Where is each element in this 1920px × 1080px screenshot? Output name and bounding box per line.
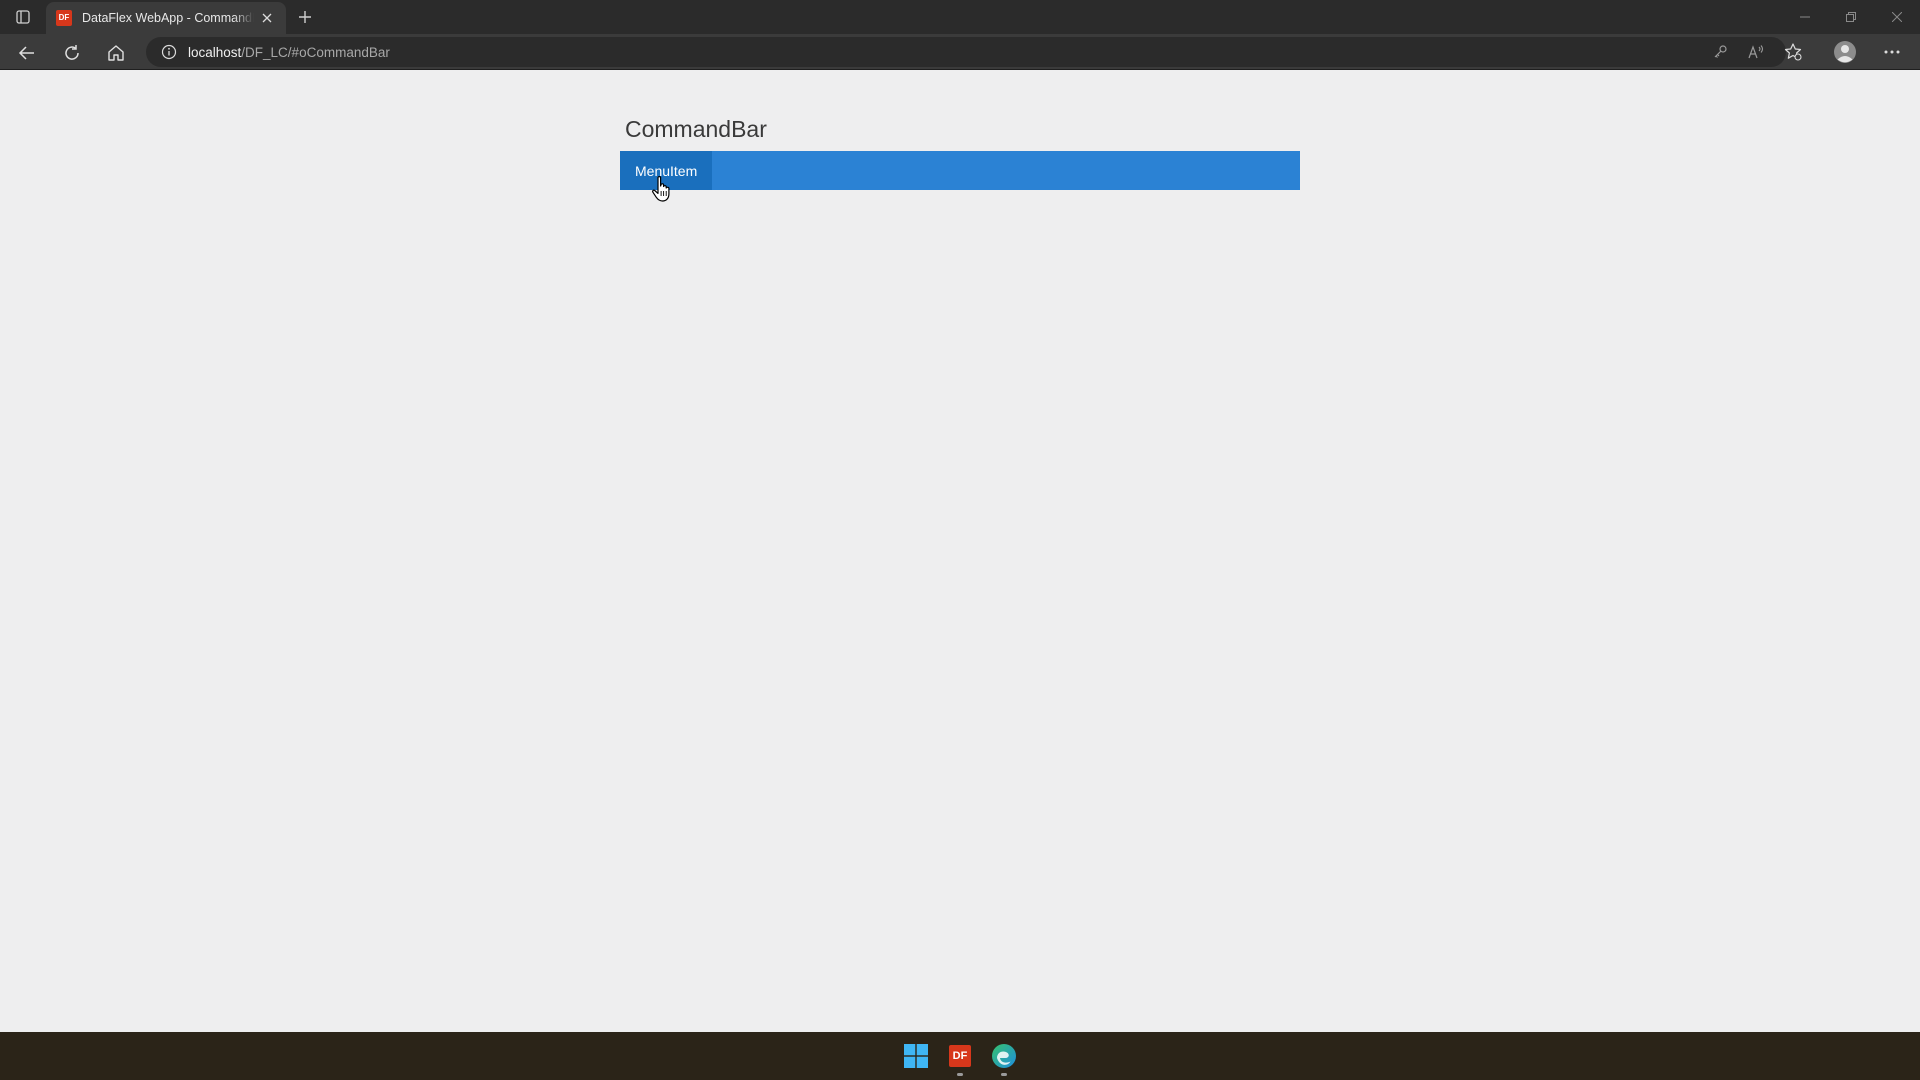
minimize-icon[interactable] [1782, 0, 1828, 34]
windows-logo-icon[interactable] [900, 1040, 932, 1072]
browser-tab[interactable]: DF DataFlex WebApp - CommandBar [46, 2, 286, 34]
command-bar: MenuItem [620, 151, 1300, 190]
profile-icon[interactable] [1832, 39, 1858, 65]
browser-title-bar: DF DataFlex WebApp - CommandBar [0, 0, 1920, 34]
plus-icon[interactable] [294, 6, 316, 28]
back-arrow-icon[interactable] [14, 40, 40, 66]
dataflex-icon[interactable]: DF [944, 1040, 976, 1076]
running-indicator [957, 1073, 963, 1076]
more-icon[interactable] [1879, 39, 1905, 65]
url-host: localhost [188, 44, 242, 60]
close-icon[interactable] [1874, 0, 1920, 34]
url-path: /DF_LC/#oCommandBar [241, 44, 390, 60]
running-indicator [1001, 1073, 1007, 1076]
restore-icon[interactable] [1828, 0, 1874, 34]
dataflex-logo: DF [949, 1045, 971, 1067]
taskbar: DF [0, 1032, 1920, 1080]
url-text: localhost/DF_LC/#oCommandBar [188, 45, 390, 60]
refresh-icon[interactable] [59, 40, 85, 66]
page-content: CommandBar MenuItem [0, 71, 1920, 1031]
hand-cursor-icon [652, 176, 670, 202]
close-icon[interactable] [260, 11, 274, 25]
dataflex-favicon-icon: DF [56, 10, 72, 26]
tab-title: DataFlex WebApp - CommandBar [82, 11, 254, 25]
read-aloud-icon[interactable] [1746, 42, 1766, 62]
tab-actions-icon[interactable] [14, 8, 32, 26]
key-icon[interactable] [1710, 42, 1730, 62]
info-icon[interactable] [160, 43, 178, 61]
browser-toolbar: localhost/DF_LC/#oCommandBar [0, 34, 1920, 70]
page-title: CommandBar [625, 116, 767, 142]
window-controls [1782, 0, 1920, 34]
favorites-icon[interactable] [1780, 39, 1806, 65]
address-bar[interactable]: localhost/DF_LC/#oCommandBar [146, 37, 1786, 67]
home-icon[interactable] [103, 40, 129, 66]
edge-icon[interactable] [988, 1040, 1020, 1076]
